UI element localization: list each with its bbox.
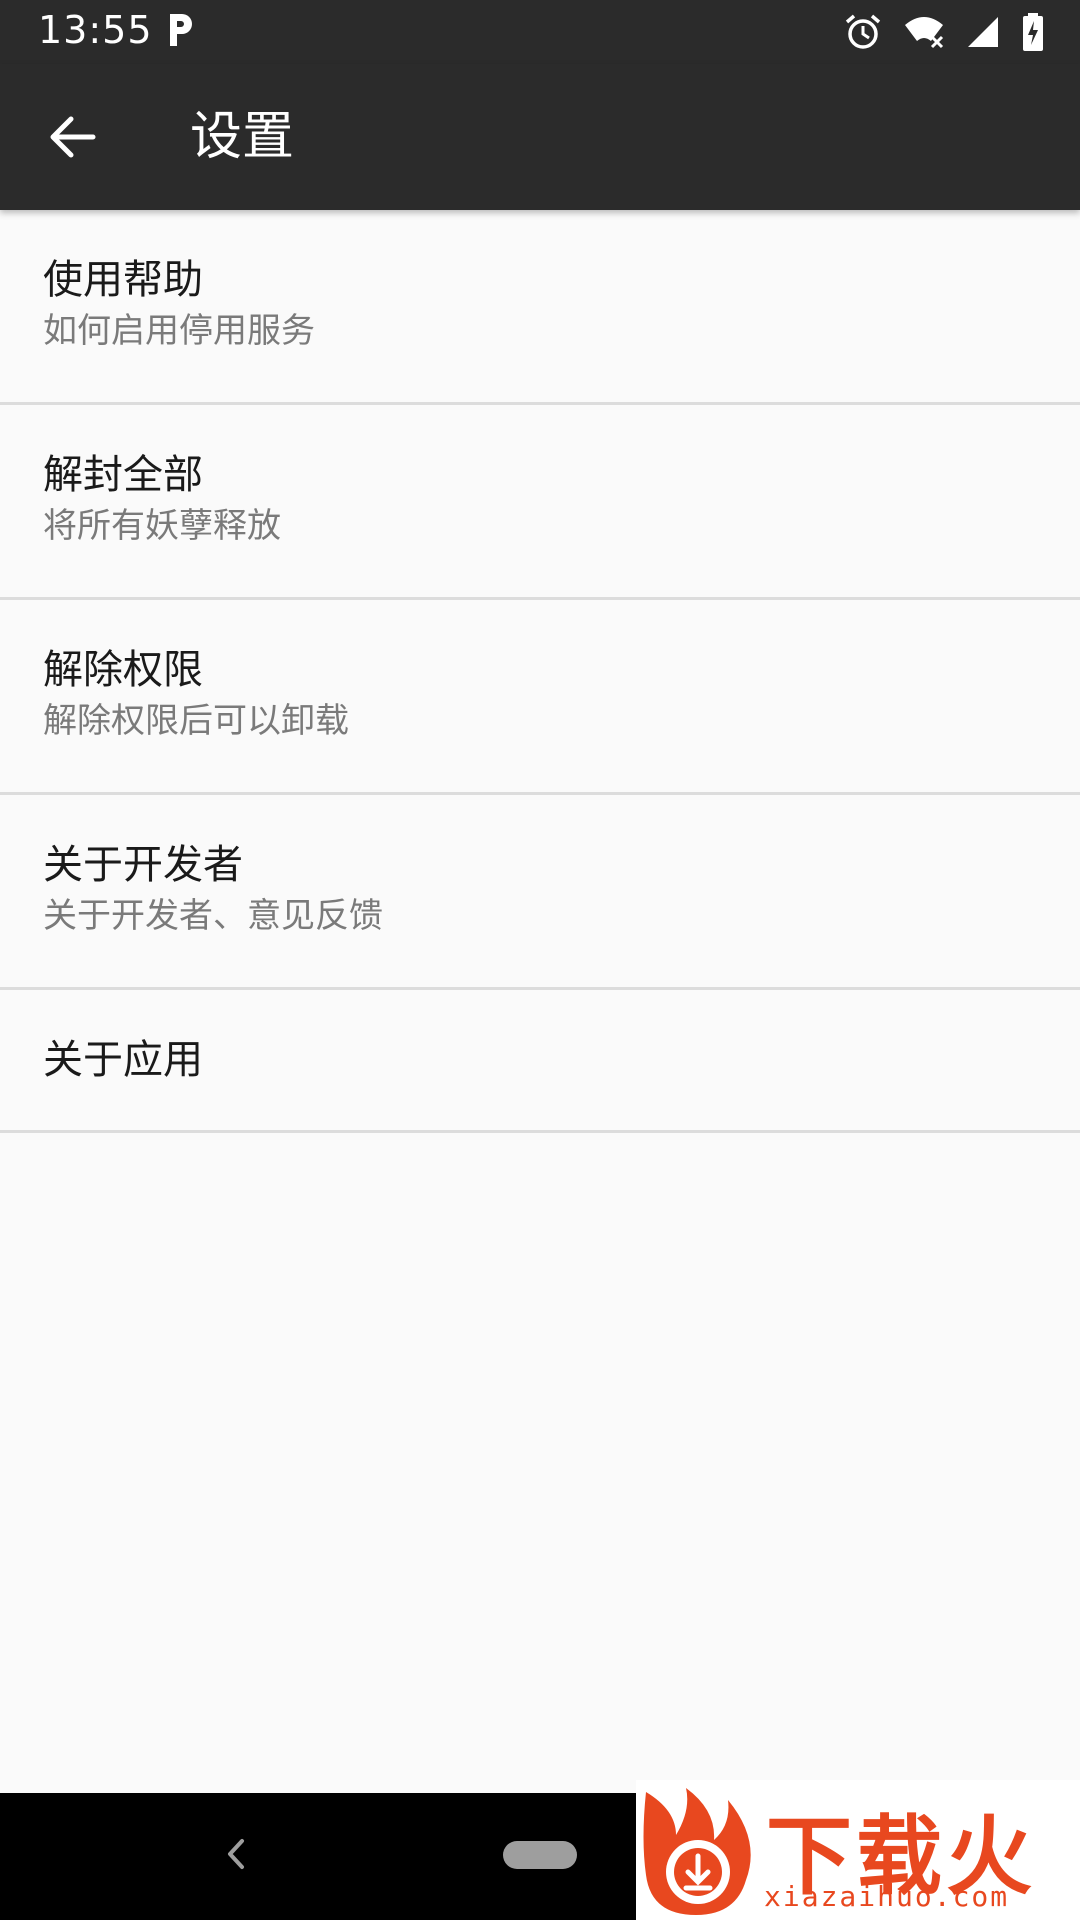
- settings-item-help[interactable]: 使用帮助 如何启用停用服务: [0, 210, 1080, 405]
- settings-item-unblock-all[interactable]: 解封全部 将所有妖孽释放: [0, 405, 1080, 600]
- settings-item-subtitle: 解除权限后可以卸载: [43, 701, 349, 741]
- app-toolbar: 设置: [0, 64, 1080, 210]
- arrow-back-icon: [50, 116, 96, 158]
- settings-item-remove-permission[interactable]: 解除权限 解除权限后可以卸载: [0, 600, 1080, 795]
- nav-back-icon[interactable]: [216, 1829, 256, 1879]
- battery-charging-icon: [1023, 13, 1043, 51]
- settings-item-title: 解封全部: [43, 452, 203, 498]
- page-title: 设置: [190, 107, 295, 167]
- settings-item-subtitle: 关于开发者、意见反馈: [43, 896, 383, 936]
- back-button[interactable]: [34, 104, 112, 170]
- wifi-icon: [905, 17, 944, 49]
- flame-logo-icon: [643, 1788, 751, 1915]
- settings-item-title: 解除权限: [43, 647, 203, 693]
- status-bar: 13:55: [0, 0, 1080, 64]
- settings-list: 使用帮助 如何启用停用服务 解封全部 将所有妖孽释放 解除权限 解除权限后可以卸…: [0, 210, 1080, 1133]
- settings-item-about-app[interactable]: 关于应用: [0, 990, 1080, 1133]
- status-time: 13:55: [38, 8, 153, 52]
- nav-home-pill[interactable]: [503, 1841, 577, 1869]
- p-icon: [170, 14, 192, 46]
- alarm-icon: [845, 14, 881, 49]
- settings-item-title: 关于开发者: [43, 842, 243, 888]
- settings-item-title: 使用帮助: [43, 257, 203, 303]
- settings-item-subtitle: 如何启用停用服务: [43, 311, 315, 351]
- watermark-url: xiazaihuo.com: [764, 1880, 1010, 1913]
- watermark-logo: 下载火 xiazaihuo.com: [636, 1780, 1080, 1920]
- settings-item-title: 关于应用: [43, 1037, 203, 1083]
- status-icons: [844, 12, 1044, 52]
- settings-item-subtitle: 将所有妖孽释放: [43, 506, 281, 546]
- signal-icon: [968, 17, 998, 47]
- settings-item-about-developer[interactable]: 关于开发者 关于开发者、意见反馈: [0, 795, 1080, 990]
